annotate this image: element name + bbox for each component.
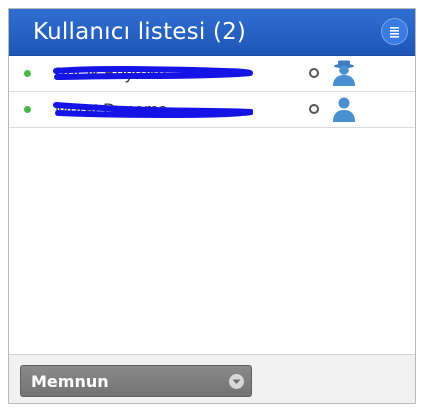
chevron-down-icon (229, 374, 244, 389)
online-status-dot (24, 70, 31, 77)
panel-footer: Memnun (9, 354, 415, 403)
guest-hat-person-icon (333, 60, 355, 86)
list-menu-button[interactable] (381, 18, 408, 45)
list-menu-icon (390, 26, 399, 38)
status-ring-icon[interactable] (309, 68, 319, 78)
user-name: Burak Böyrükh (55, 64, 167, 83)
user-list-item[interactable]: Murat Deneme (9, 92, 415, 128)
online-status-dot (24, 106, 31, 113)
mood-select-value: Memnun (31, 372, 109, 391)
user-list-item[interactable]: Burak Böyrükh (9, 56, 415, 92)
panel-header: Kullanıcı listesi (2) (9, 9, 415, 56)
status-ring-icon[interactable] (309, 104, 319, 114)
panel-title: Kullanıcı listesi (2) (33, 19, 247, 45)
user-name: Murat Deneme (55, 100, 168, 119)
person-icon (333, 97, 355, 122)
mood-select[interactable]: Memnun (20, 365, 252, 397)
user-list-panel: Kullanıcı listesi (2) Burak Böyrükh Mura… (8, 8, 416, 404)
user-list: Burak Böyrükh Murat Deneme (9, 56, 415, 128)
